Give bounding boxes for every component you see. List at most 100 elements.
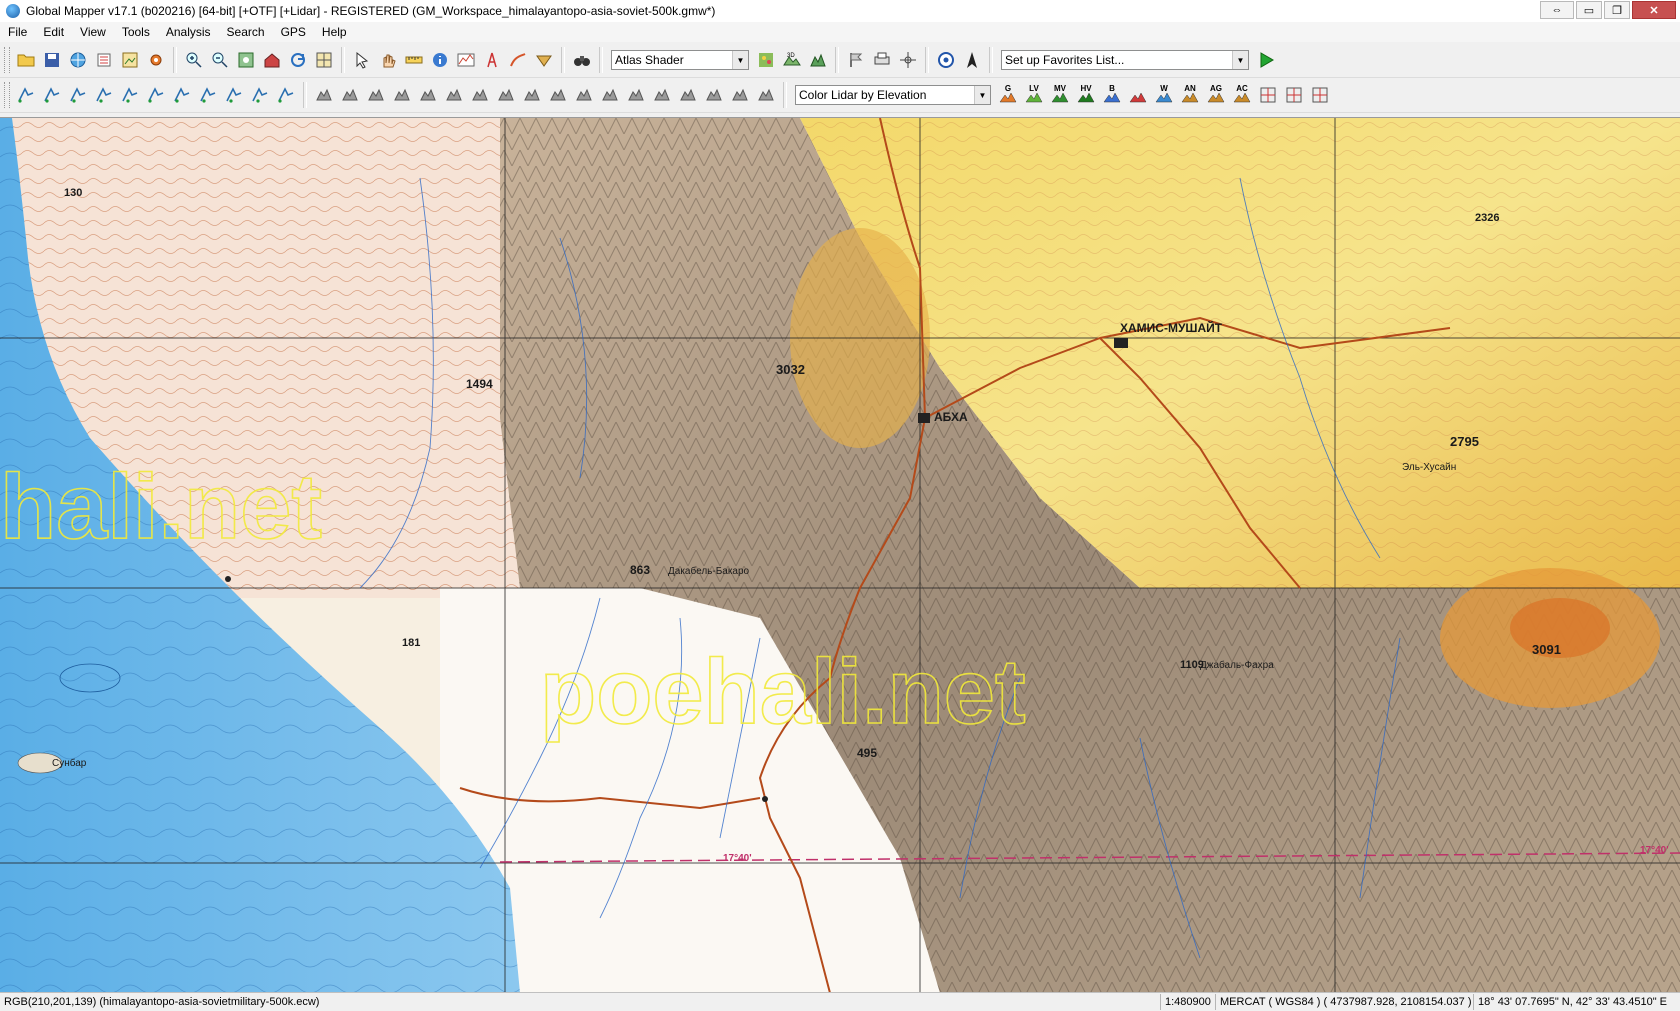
rotate-feature-button[interactable] [144, 83, 168, 107]
toolbar-grip[interactable] [4, 47, 10, 73]
cut-fill-icon [536, 55, 552, 67]
colorize-button[interactable] [624, 83, 648, 107]
zoom-full-button[interactable] [234, 48, 258, 72]
label-lat-1: 17°40' [723, 853, 752, 864]
menu-search[interactable]: Search [219, 25, 273, 39]
draw-path-button[interactable] [274, 83, 298, 107]
maximize-button[interactable]: ❐ [1604, 1, 1630, 19]
north-arrow-button[interactable] [960, 48, 984, 72]
lidar-class-button-7[interactable]: AN [1178, 83, 1202, 107]
lidar-select-button[interactable] [312, 83, 336, 107]
home-button[interactable] [260, 48, 284, 72]
lidar-class-button-5[interactable] [1126, 83, 1150, 107]
create-line-button[interactable] [40, 83, 64, 107]
split-feature-button[interactable] [92, 83, 116, 107]
lidar-class-button-1[interactable]: LV [1022, 83, 1046, 107]
profile-cut-button[interactable] [364, 83, 388, 107]
elevation-legend-button[interactable] [806, 48, 830, 72]
zoom-out-button[interactable] [208, 48, 232, 72]
restore-layout-button[interactable]: ⇔ [1540, 1, 1574, 19]
reclassify-noise-button[interactable] [416, 83, 440, 107]
lidar-class-button-0[interactable]: G [996, 83, 1020, 107]
close-button[interactable]: ✕ [1632, 1, 1676, 19]
merge-clouds-button[interactable] [650, 83, 674, 107]
menu-gps[interactable]: GPS [273, 25, 314, 39]
move-point-button[interactable] [248, 83, 272, 107]
select-grid-icon [1312, 87, 1328, 103]
favorites-select[interactable]: Set up Favorites List... ▼ [1001, 50, 1249, 70]
lidar-color-value: Color Lidar by Elevation [799, 88, 927, 102]
view-shed-button[interactable] [480, 48, 504, 72]
tree-extract-button[interactable] [468, 83, 492, 107]
measure-volume-button[interactable] [702, 83, 726, 107]
pan-button[interactable] [376, 48, 400, 72]
menu-file[interactable]: File [0, 25, 35, 39]
clip-button-button[interactable] [1282, 83, 1306, 107]
menu-view[interactable]: View [72, 25, 114, 39]
digitizer-button[interactable] [350, 48, 374, 72]
edit-vertex-icon [70, 87, 86, 103]
shader-config-button[interactable] [754, 48, 778, 72]
print-button[interactable] [870, 48, 894, 72]
map-canvas[interactable]: ХАМИС-МУШАЙТ АБХА 3032 2795 3091 1494 86… [0, 118, 1680, 993]
run-favorite-button[interactable] [1254, 48, 1278, 72]
open-folder-button[interactable] [14, 48, 38, 72]
grid-button[interactable] [312, 48, 336, 72]
refresh-button[interactable] [286, 48, 310, 72]
config-button[interactable] [144, 48, 168, 72]
path-profile-button[interactable] [454, 48, 478, 72]
menu-analysis[interactable]: Analysis [158, 25, 219, 39]
move-feature-button[interactable] [118, 83, 142, 107]
shader-select[interactable]: Atlas Shader ▼ [611, 50, 749, 70]
lidar-class-button-6[interactable]: W [1152, 83, 1176, 107]
search-button[interactable] [570, 48, 594, 72]
control-center-button[interactable] [92, 48, 116, 72]
lidar-class-button-4[interactable]: B [1100, 83, 1124, 107]
breakline-button[interactable] [520, 83, 544, 107]
online-data-button[interactable] [66, 48, 90, 72]
combine-features-button[interactable] [170, 83, 194, 107]
menu-edit[interactable]: Edit [35, 25, 72, 39]
save-button[interactable] [40, 48, 64, 72]
feature-info-button[interactable] [428, 48, 452, 72]
contour-button[interactable] [532, 48, 556, 72]
gps-center-button[interactable] [934, 48, 958, 72]
lidar-color-select[interactable]: Color Lidar by Elevation ▼ [795, 85, 991, 105]
classify-grid-button[interactable] [546, 83, 570, 107]
cursor-config-button[interactable] [896, 48, 920, 72]
3d-view-button[interactable]: 3D [780, 48, 804, 72]
cross-section-button[interactable] [338, 83, 362, 107]
map-view[interactable]: ХАМИС-МУШАЙТ АБХА 3032 2795 3091 1494 86… [0, 117, 1680, 993]
building-extract-button[interactable] [442, 83, 466, 107]
toolbar-grip[interactable] [4, 82, 10, 108]
overlay-button[interactable] [118, 48, 142, 72]
lidar-class-button-9[interactable]: AC [1230, 83, 1254, 107]
filter-points-button[interactable] [572, 83, 596, 107]
menu-help[interactable]: Help [314, 25, 355, 39]
pickup-points-button[interactable] [728, 83, 752, 107]
flag-button[interactable] [844, 48, 868, 72]
select-grid-button[interactable] [1308, 83, 1332, 107]
split-view-button[interactable] [1256, 83, 1280, 107]
3d-path-button[interactable] [506, 48, 530, 72]
thin-points-button[interactable] [676, 83, 700, 107]
status-scale: 1:480900 [1160, 994, 1215, 1010]
edit-vertex-button[interactable] [66, 83, 90, 107]
lidar-class-button-3[interactable]: HV [1074, 83, 1098, 107]
grid-tool-button[interactable] [196, 83, 220, 107]
create-area-button[interactable] [14, 83, 38, 107]
lidar-class-group: G LV MV HV B W AN AG AC [995, 83, 1333, 107]
menu-tools[interactable]: Tools [114, 25, 158, 39]
measure-button[interactable] [402, 48, 426, 72]
play-icon [1260, 52, 1274, 68]
reclassify-ground-button[interactable] [390, 83, 414, 107]
smooth-surface-button[interactable] [598, 83, 622, 107]
lidar-class-button-8[interactable]: AG [1204, 83, 1228, 107]
powerline-extract-button[interactable] [494, 83, 518, 107]
split-view-icon [1260, 87, 1276, 103]
zoom-in-button[interactable] [182, 48, 206, 72]
align-strips-button[interactable] [754, 83, 778, 107]
lidar-class-button-2[interactable]: MV [1048, 83, 1072, 107]
minimize-button[interactable]: ▭ [1576, 1, 1602, 19]
select-vertices-button[interactable] [222, 83, 246, 107]
